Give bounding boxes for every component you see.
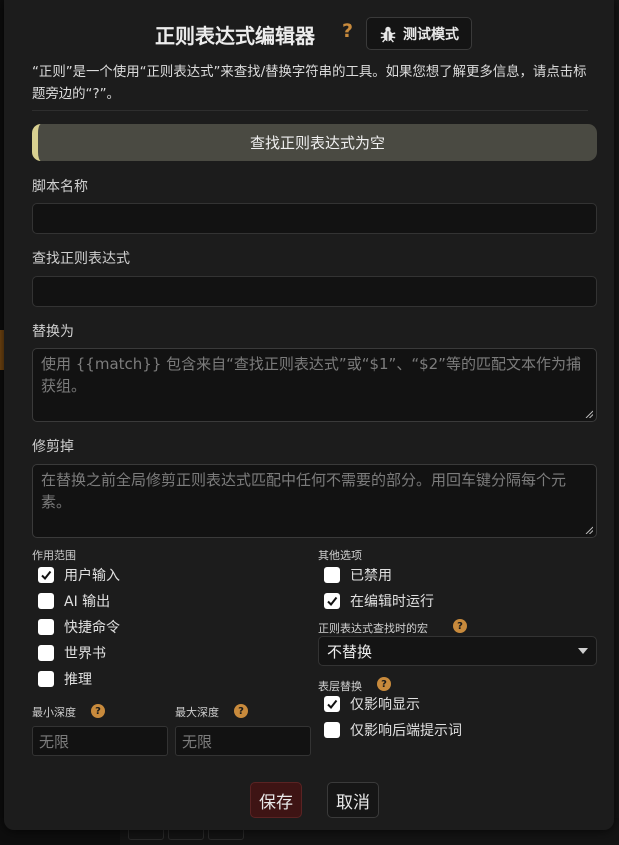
scope-quick-commands[interactable]: 快捷命令 [38,617,120,637]
cancel-button[interactable]: 取消 [327,782,379,818]
trim-out-placeholder: 在替换之前全局修剪正则表达式匹配中任何不需要的部分。用回车键分隔每个元素。 [41,471,567,511]
resize-grip-icon[interactable] [585,410,593,418]
divider [32,110,588,111]
scope-reasoning[interactable]: 推理 [38,669,92,689]
scope-label: 推理 [64,672,92,688]
checkbox-checked[interactable] [324,696,340,712]
regex-editor-dialog: 正则表达式编辑器 ? 测试模式 “正则”是一个使用“正则表达式”来查找/替换字符… [4,0,614,830]
option-display-only[interactable]: 仅影响显示 [324,694,420,714]
layer-replace-title: 表层替换 [318,680,362,693]
checkbox-unchecked[interactable] [38,645,54,661]
checkbox-checked[interactable] [38,567,54,583]
option-disabled[interactable]: 已禁用 [324,565,392,585]
layer-replace-help-icon[interactable]: ? [377,677,391,691]
scope-label: 世界书 [64,646,106,662]
find-regex-label: 查找正则表达式 [32,251,130,267]
checkbox-unchecked[interactable] [38,619,54,635]
option-label: 已禁用 [350,568,392,584]
scope-label: 用户输入 [64,568,120,584]
max-depth-help-icon[interactable]: ? [234,704,248,718]
scope-title: 作用范围 [32,549,76,562]
min-depth-label: 最小深度 [32,706,76,719]
option-label: 仅影响显示 [350,697,420,713]
macro-label: 正则表达式查找时的宏 [318,622,428,635]
macro-selected-value: 不替换 [327,642,373,661]
script-name-input[interactable] [32,203,597,234]
script-name-label: 脚本名称 [32,179,88,195]
chevron-down-icon [578,648,588,654]
min-depth-input[interactable]: 无限 [32,726,168,756]
max-depth-input[interactable]: 无限 [175,726,311,756]
test-mode-button[interactable]: 测试模式 [366,17,472,50]
trim-out-textarea[interactable]: 在替换之前全局修剪正则表达式匹配中任何不需要的部分。用回车键分隔每个元素。 [32,464,597,538]
option-label: 在编辑时运行 [350,594,434,610]
scope-label: 快捷命令 [64,620,120,636]
checkbox-checked[interactable] [324,593,340,609]
checkbox-unchecked[interactable] [324,722,340,738]
help-question-icon[interactable]: ? [342,20,353,42]
option-run-on-edit[interactable]: 在编辑时运行 [324,591,434,611]
option-prompt-only[interactable]: 仅影响后端提示词 [324,720,462,740]
checkbox-unchecked[interactable] [38,593,54,609]
checkbox-unchecked[interactable] [324,567,340,583]
save-button[interactable]: 保存 [250,782,302,818]
min-depth-help-icon[interactable]: ? [91,704,105,718]
description-text: “正则”是一个使用“正则表达式”来查找/替换字符串的工具。如果您想了解更多信息，… [32,65,587,102]
warning-banner: 查找正则表达式为空 [32,124,597,161]
find-regex-input[interactable] [32,276,597,307]
resize-grip-icon[interactable] [585,526,593,534]
dialog-header: 正则表达式编辑器 ? 测试模式 [4,16,614,52]
replace-with-label: 替换为 [32,324,74,340]
test-mode-label: 测试模式 [403,26,459,43]
macro-help-icon[interactable]: ? [453,619,467,633]
dialog-title: 正则表达式编辑器 [155,24,315,48]
scope-label: AI 输出 [64,594,111,610]
bug-icon [380,26,396,43]
scope-ai-output[interactable]: AI 输出 [38,591,110,611]
option-label: 仅影响后端提示词 [350,723,462,739]
replace-with-textarea[interactable]: 使用 {{match}} 包含来自“查找正则表达式”或“$1”、“$2”等的匹配… [32,348,597,422]
trim-out-label: 修剪掉 [32,439,74,455]
checkbox-unchecked[interactable] [38,671,54,687]
scope-world-info[interactable]: 世界书 [38,643,106,663]
macro-select[interactable]: 不替换 [318,636,597,666]
other-options-title: 其他选项 [318,549,362,562]
replace-with-placeholder: 使用 {{match}} 包含来自“查找正则表达式”或“$1”、“$2”等的匹配… [41,355,581,395]
max-depth-label: 最大深度 [175,706,219,719]
scope-user-input[interactable]: 用户输入 [38,565,120,585]
